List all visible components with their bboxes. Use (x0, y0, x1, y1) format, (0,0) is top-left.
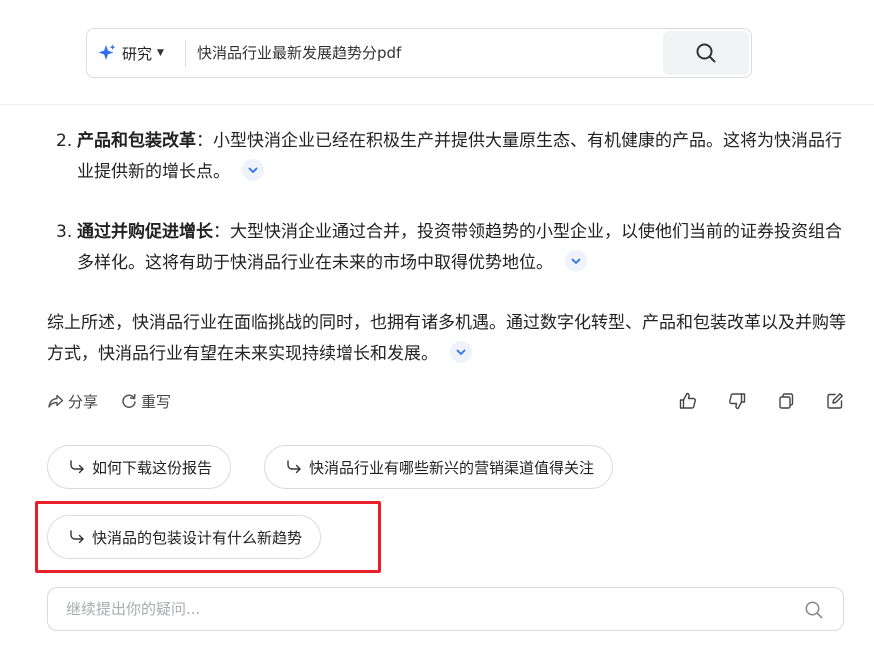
dislike-button[interactable] (725, 389, 749, 413)
like-button[interactable] (676, 389, 700, 413)
regenerate-button[interactable]: 重写 (120, 391, 171, 412)
copy-icon (779, 393, 794, 409)
summary-text: 综上所述，快消品行业在面临挑战的同时，也拥有诸多机遇。通过数字化转型、产品和包装… (47, 313, 846, 364)
chevron-down-icon (456, 349, 466, 355)
expand-citation-button[interactable] (450, 341, 472, 363)
copy-button[interactable] (774, 389, 798, 413)
arrow-return-icon (287, 460, 301, 474)
list-item-title: 产品和包装改革 (77, 131, 196, 151)
highlight-annotation-box (35, 501, 381, 573)
answer-actions: 分享 重写 (47, 388, 193, 414)
answer-summary: 综上所述，快消品行业在面临挑战的同时，也拥有诸多机遇。通过数字化转型、产品和包装… (47, 308, 847, 370)
search-button[interactable] (663, 31, 749, 75)
share-label: 分享 (68, 392, 99, 411)
suggestion-label: 如何下载这份报告 (92, 458, 213, 477)
list-number: 2. (56, 131, 73, 151)
chevron-down-icon (248, 167, 258, 173)
edit-icon (827, 393, 843, 409)
list-item: 2. 产品和包装改革：小型快消企业已经在积极生产并提供大量原生态、有机健康的产品… (47, 126, 847, 188)
share-button[interactable]: 分享 (47, 391, 98, 412)
sparkle-icon (98, 44, 116, 60)
thumbs-up-icon (679, 392, 696, 409)
regenerate-label: 重写 (141, 392, 172, 411)
expand-citation-button[interactable] (242, 159, 264, 181)
thumbs-down-icon (729, 393, 746, 410)
answer-content: 2. 产品和包装改革：小型快消企业已经在积极生产并提供大量原生态、有机健康的产品… (47, 126, 847, 370)
list-number: 3. (56, 222, 73, 242)
followup-bar (47, 587, 844, 631)
caret-down-icon: ▼ (157, 48, 164, 58)
top-search-area: 研究 ▼ 快消品行业最新发展趋势分pdf (0, 0, 874, 105)
chevron-down-icon (571, 258, 581, 264)
followup-input[interactable] (48, 588, 788, 630)
mode-divider (185, 40, 186, 67)
feedback-actions (676, 389, 847, 413)
mode-label: 研究 (122, 44, 153, 63)
suggestion-label: 快消品行业有哪些新兴的营销渠道值得关注 (309, 458, 595, 477)
suggestion-chip[interactable]: 如何下载这份报告 (47, 445, 232, 489)
list-item-title: 通过并购促进增长 (77, 222, 213, 242)
search-icon (696, 43, 716, 63)
refresh-icon (122, 393, 136, 408)
search-query[interactable]: 快消品行业最新发展趋势分pdf (197, 29, 401, 77)
suggestion-chip[interactable]: 快消品行业有哪些新兴的营销渠道值得关注 (264, 445, 614, 489)
mode-selector[interactable]: 研究 ▼ (97, 29, 164, 77)
share-icon (48, 394, 64, 408)
arrow-return-icon (70, 460, 84, 474)
list-item: 3. 通过并购促进增长：大型快消企业通过合并，投资带领趋势的小型企业，以使他们当… (47, 217, 847, 279)
search-bar[interactable]: 研究 ▼ 快消品行业最新发展趋势分pdf (86, 28, 752, 78)
edit-button[interactable] (823, 389, 847, 413)
expand-citation-button[interactable] (565, 250, 587, 272)
followup-search-button[interactable] (803, 599, 825, 621)
search-icon (805, 601, 823, 619)
